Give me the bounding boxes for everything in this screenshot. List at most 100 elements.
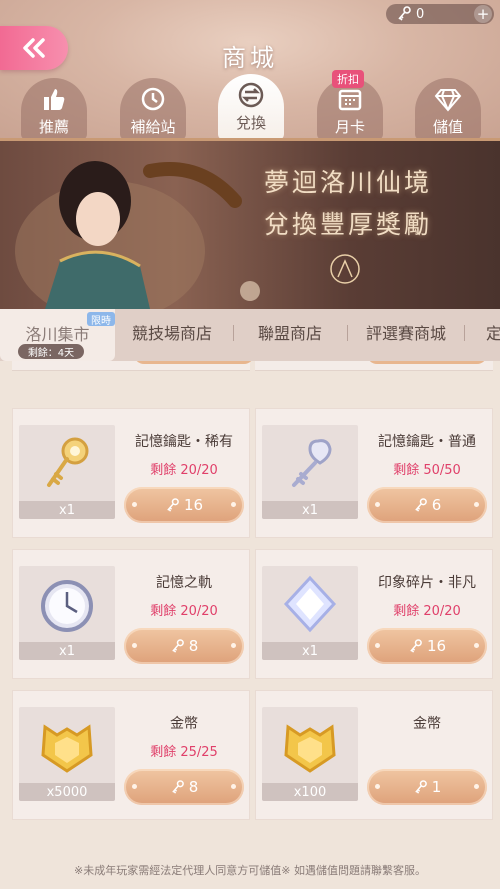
- price-value: 8: [188, 637, 199, 655]
- button-ornament: [231, 784, 236, 789]
- banner-title: 夢迴洛川仙境 兌換豐厚獎勵: [228, 163, 468, 241]
- item-thumbnail: x1: [19, 566, 115, 660]
- partial-price-button: [367, 361, 487, 364]
- discount-badge: 折扣: [332, 70, 364, 88]
- banner-line-2: 兌換豐厚獎勵: [263, 210, 432, 239]
- item-thumbnail: x1: [262, 566, 358, 660]
- gold-coin-icon: [41, 724, 93, 773]
- remaining-time: 剩餘：4天: [18, 344, 84, 359]
- partial-price-button: [134, 361, 254, 364]
- shop-item-card[interactable]: x1 記憶鑰匙・稀有 剩餘 20/20 16: [12, 408, 250, 538]
- subtab-separator: [464, 325, 465, 341]
- buy-button[interactable]: 16: [124, 487, 244, 523]
- item-quantity: x1: [19, 642, 115, 660]
- page-title: 商城: [222, 44, 278, 72]
- limited-time-badge: 限時: [87, 312, 115, 327]
- price-value: 16: [183, 496, 204, 514]
- key-currency-display: 0 +: [386, 4, 494, 24]
- tab-label: 推薦: [38, 118, 69, 136]
- shop-header: 0 + 商城 推薦 補給站 兌換 月卡 儲值: [0, 0, 500, 141]
- buy-button[interactable]: 6: [367, 487, 487, 523]
- tab-supply-station[interactable]: 補給站: [120, 78, 186, 140]
- shop-item-card[interactable]: x1 記憶之軌 剩餘 20/20 8: [12, 549, 250, 679]
- item-stock: 剩餘 20/20: [150, 604, 218, 619]
- shop-item-card[interactable]: x1 印象碎片・非凡 剩餘 20/20 16: [255, 549, 493, 679]
- item-name: 記憶鑰匙・普通: [378, 434, 476, 450]
- subtab-arena-shop[interactable]: 競技場商店: [117, 309, 227, 355]
- button-ornament: [132, 502, 137, 507]
- price-value: 1: [431, 778, 442, 796]
- key-icon: [171, 779, 184, 794]
- item-name: 印象碎片・非凡: [378, 575, 476, 591]
- item-quantity: x1: [262, 642, 358, 660]
- price-value: 16: [426, 637, 447, 655]
- button-ornament: [474, 643, 479, 648]
- tab-recommend[interactable]: 推薦: [21, 78, 87, 140]
- buy-button[interactable]: 8: [124, 769, 244, 805]
- item-quantity: x1: [19, 501, 115, 519]
- partial-card: [12, 361, 254, 371]
- price-value: 6: [431, 496, 442, 514]
- buy-button[interactable]: 1: [367, 769, 487, 805]
- diamond-icon: [434, 89, 462, 112]
- gold-key-icon: [47, 437, 89, 487]
- shop-item-card[interactable]: x5000 金幣 剩餘 25/25 8: [12, 690, 250, 820]
- tab-label: 補給站: [130, 118, 176, 136]
- item-thumbnail: x5000: [19, 707, 115, 801]
- shop-item-card[interactable]: x1 記憶鑰匙・普通 剩餘 50/50 6: [255, 408, 493, 538]
- key-icon: [167, 497, 179, 512]
- main-tabs: 推薦 補給站 兌換 月卡 儲值: [0, 74, 500, 140]
- tab-label: 月卡: [334, 118, 365, 136]
- add-currency-button[interactable]: +: [474, 5, 492, 23]
- subtab-alliance-shop[interactable]: 聯盟商店: [235, 309, 345, 355]
- subtab-separator: [347, 325, 348, 341]
- item-quantity: x100: [262, 783, 358, 801]
- silver-key-icon: [292, 439, 332, 487]
- item-stock: 剩餘 50/50: [393, 463, 461, 478]
- pocket-watch-icon: [41, 580, 93, 632]
- calendar-icon: [338, 89, 362, 111]
- item-quantity: x1: [262, 501, 358, 519]
- shop-item-card[interactable]: x100 金幣 1: [255, 690, 493, 820]
- subtab-separator: [233, 325, 234, 341]
- currency-value: 0: [416, 6, 425, 22]
- item-name: 記憶之軌: [156, 575, 212, 591]
- buy-button[interactable]: 8: [124, 628, 244, 664]
- clock-icon: [141, 87, 165, 111]
- key-icon: [410, 638, 422, 653]
- item-name: 金幣: [413, 716, 441, 732]
- price-value: 8: [188, 778, 199, 796]
- item-name: 金幣: [170, 716, 198, 732]
- button-ornament: [474, 784, 479, 789]
- button-ornament: [375, 784, 380, 789]
- tab-label: 兌換: [235, 114, 266, 132]
- crystal-icon: [283, 575, 337, 633]
- item-grid[interactable]: x1 記憶鑰匙・稀有 剩餘 20/20 16 x1 記憶鑰匙・普通 剩餘 50/…: [0, 361, 500, 849]
- buy-button[interactable]: 16: [367, 628, 487, 664]
- gold-coin-icon: [284, 724, 336, 773]
- subtab-selection-shop[interactable]: 評選賽商城: [350, 309, 462, 355]
- button-ornament: [375, 643, 380, 648]
- button-ornament: [375, 502, 380, 507]
- tab-label: 儲值: [432, 118, 463, 136]
- banner-line-1: 夢迴洛川仙境: [263, 168, 432, 197]
- item-thumbnail: x1: [262, 425, 358, 519]
- item-thumbnail: x100: [262, 707, 358, 801]
- item-stock: 剩餘 20/20: [393, 604, 461, 619]
- button-ornament: [231, 502, 236, 507]
- tab-exchange[interactable]: 兌換: [218, 74, 284, 140]
- key-icon: [171, 638, 184, 653]
- key-icon: [414, 779, 427, 794]
- exchange-icon: [238, 82, 264, 108]
- button-ornament: [132, 643, 137, 648]
- key-icon: [414, 497, 427, 512]
- item-quantity: x5000: [19, 783, 115, 801]
- button-ornament: [132, 784, 137, 789]
- subtab-more[interactable]: 定: [468, 309, 500, 355]
- tab-top-up[interactable]: 儲值: [415, 78, 481, 140]
- item-stock: 剩餘 25/25: [150, 745, 218, 760]
- item-name: 記憶鑰匙・稀有: [135, 434, 233, 450]
- event-banner[interactable]: 夢迴洛川仙境 兌換豐厚獎勵: [0, 141, 500, 309]
- partial-card: [255, 361, 493, 371]
- key-icon: [398, 6, 411, 21]
